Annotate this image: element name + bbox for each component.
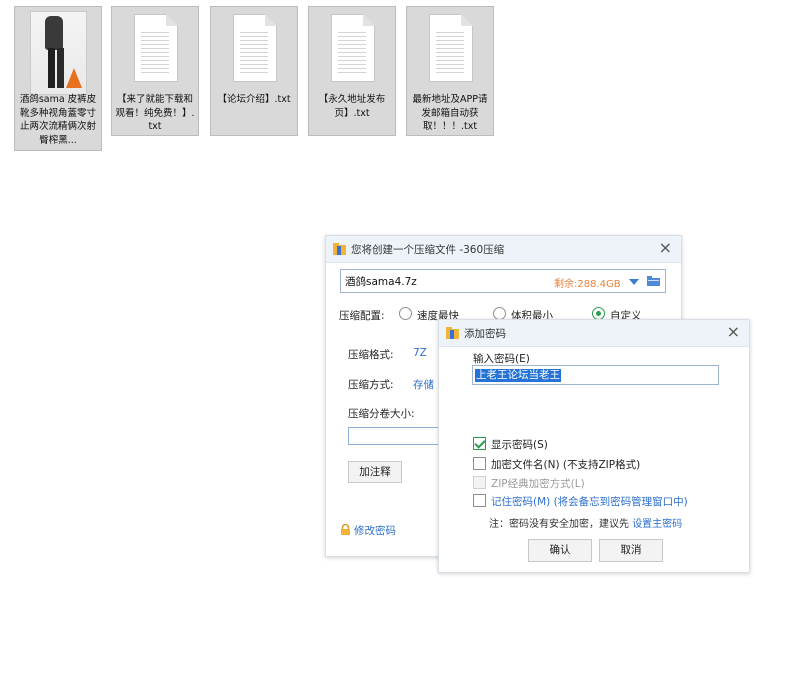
archive-name-field[interactable]: 剩余:288.4GB bbox=[340, 269, 666, 293]
change-password-link[interactable]: 修改密码 bbox=[340, 523, 396, 538]
method-label: 压缩方式: bbox=[348, 379, 394, 391]
chevron-down-icon[interactable] bbox=[629, 279, 639, 285]
password-prompt: 输入密码(E) bbox=[473, 353, 530, 365]
text-file-icon bbox=[134, 14, 178, 82]
text-file-icon bbox=[331, 14, 375, 82]
video-thumbnail bbox=[30, 11, 87, 95]
encrypt-filenames-label: 加密文件名(N) (不支持ZIP格式) bbox=[491, 459, 641, 471]
free-space-label: 剩余:288.4GB bbox=[554, 279, 621, 290]
file-name: 【论坛介绍】.txt bbox=[217, 94, 291, 105]
lock-icon bbox=[341, 524, 350, 535]
compress-dialog-titlebar[interactable]: 您将创建一个压缩文件 -360压缩 × bbox=[326, 236, 681, 263]
format-value[interactable]: 7Z bbox=[413, 347, 427, 359]
radio-fastest[interactable] bbox=[399, 307, 412, 320]
compress-dialog-title: 您将创建一个压缩文件 -360压缩 bbox=[351, 244, 505, 256]
ok-button[interactable]: 确认 bbox=[528, 539, 592, 562]
file-tile-txt[interactable]: 【来了就能下载和观看！纯免费！】.txt bbox=[111, 6, 199, 136]
set-master-password-link[interactable]: 设置主密码 bbox=[632, 519, 682, 530]
show-password-label: 显示密码(S) bbox=[491, 439, 548, 451]
file-name: 【来了就能下载和观看！纯免费！】.txt bbox=[115, 94, 195, 132]
file-name: 酒鸽sama 皮裤皮靴多种视角蓋零寸止两次流精俩次射臀榨黑... bbox=[19, 94, 97, 146]
file-tile-txt[interactable]: 【永久地址发布页】.txt bbox=[308, 6, 396, 136]
add-comment-button[interactable]: 加注释 bbox=[348, 461, 402, 483]
split-size-input[interactable] bbox=[348, 427, 448, 445]
split-size-label: 压缩分卷大小: bbox=[348, 408, 415, 420]
security-note-text: 注：密码没有安全加密，建议先 bbox=[489, 519, 629, 530]
remember-password-label: 记住密码(M) (将会备忘到密码管理窗口中) bbox=[491, 496, 688, 508]
encrypt-filenames-checkbox[interactable] bbox=[473, 457, 486, 470]
password-input[interactable]: 上老王论坛当老王 bbox=[472, 365, 719, 385]
archive-name-input[interactable] bbox=[345, 273, 545, 289]
config-label: 压缩配置: bbox=[339, 310, 385, 322]
text-file-icon bbox=[429, 14, 473, 82]
cancel-button[interactable]: 取消 bbox=[599, 539, 663, 562]
file-tile-video[interactable]: 酒鸽sama 皮裤皮靴多种视角蓋零寸止两次流精俩次射臀榨黑... bbox=[14, 6, 102, 151]
password-dialog-title: 添加密码 bbox=[464, 328, 506, 340]
remember-password-checkbox[interactable] bbox=[473, 494, 486, 507]
password-dialog: 添加密码 × 输入密码(E) 上老王论坛当老王 显示密码(S) 加密文件名(N)… bbox=[438, 319, 750, 573]
file-tile-txt[interactable]: 最新地址及APP请发邮箱自动获取！！！.txt bbox=[406, 6, 494, 136]
close-icon[interactable]: × bbox=[727, 323, 740, 341]
folder-icon[interactable] bbox=[647, 276, 660, 286]
password-dialog-titlebar[interactable]: 添加密码 × bbox=[439, 320, 749, 347]
zip-classic-label: ZIP经典加密方式(L) bbox=[491, 478, 585, 490]
file-name: 【永久地址发布页】.txt bbox=[318, 94, 386, 119]
archive-icon bbox=[446, 327, 459, 339]
format-label: 压缩格式: bbox=[348, 349, 394, 361]
text-file-icon bbox=[233, 14, 277, 82]
close-icon[interactable]: × bbox=[659, 239, 672, 257]
zip-classic-checkbox bbox=[473, 476, 486, 489]
method-value[interactable]: 存储 bbox=[413, 377, 434, 392]
security-note: 注：密码没有安全加密，建议先 设置主密码 bbox=[489, 515, 682, 530]
file-name: 最新地址及APP请发邮箱自动获取！！！.txt bbox=[412, 94, 488, 132]
password-text: 上老王论坛当老王 bbox=[475, 369, 561, 382]
change-password-text: 修改密码 bbox=[354, 525, 396, 537]
show-password-checkbox[interactable] bbox=[473, 437, 486, 450]
archive-icon bbox=[333, 243, 346, 255]
file-tile-txt[interactable]: 【论坛介绍】.txt bbox=[210, 6, 298, 136]
